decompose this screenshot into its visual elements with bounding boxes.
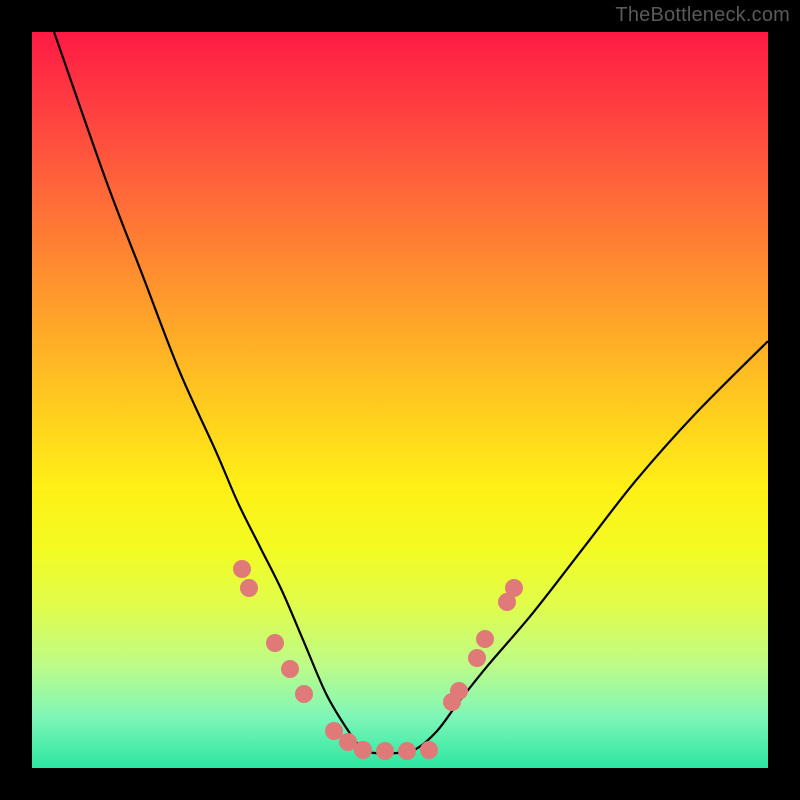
watermark-text: TheBottleneck.com xyxy=(615,4,790,27)
scatter-dot xyxy=(398,742,416,760)
scatter-dot xyxy=(240,579,258,597)
scatter-dot xyxy=(295,685,313,703)
scatter-dot xyxy=(266,634,284,652)
scatter-dot xyxy=(468,649,486,667)
scatter-dot xyxy=(420,741,438,759)
scatter-dot xyxy=(233,560,251,578)
scatter-dot xyxy=(281,660,299,678)
plot-area xyxy=(32,32,768,768)
scatter-dot xyxy=(505,579,523,597)
scatter-dot xyxy=(476,630,494,648)
scatter-dot xyxy=(376,742,394,760)
chart-frame: TheBottleneck.com xyxy=(0,0,800,800)
scatter-dot xyxy=(354,741,372,759)
scatter-dot xyxy=(450,682,468,700)
curve-svg xyxy=(32,32,768,768)
bottleneck-curve xyxy=(54,32,768,754)
